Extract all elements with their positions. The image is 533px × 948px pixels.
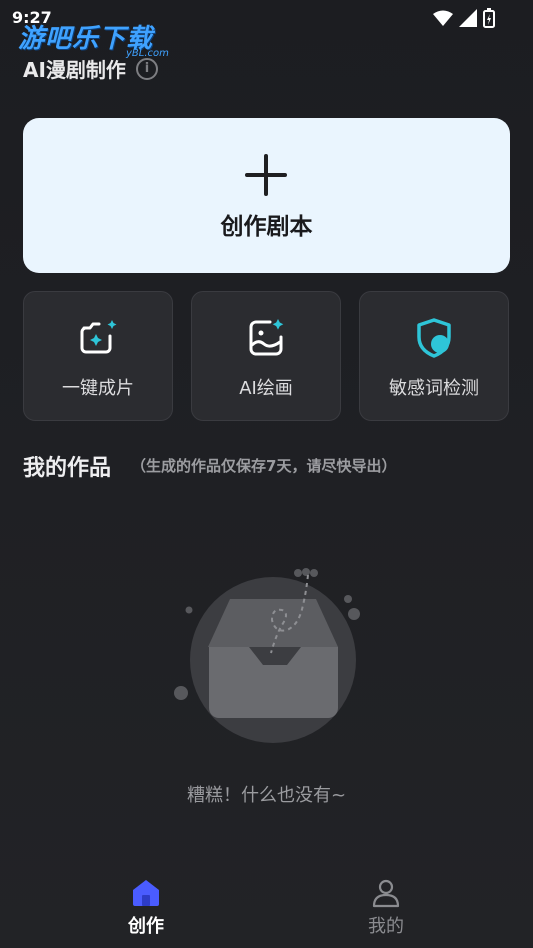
battery-icon xyxy=(483,8,495,28)
create-script-label: 创作剧本 xyxy=(220,214,313,240)
page-title: AI漫剧制作 i xyxy=(23,54,158,83)
tool-one-click-video[interactable]: 一键成片 xyxy=(23,291,173,421)
tool-label: AI绘画 xyxy=(239,378,293,399)
camera-sparkle-icon xyxy=(80,320,117,354)
create-script-button[interactable]: 创作剧本 xyxy=(23,118,510,273)
image-sparkle-icon xyxy=(249,319,284,356)
status-icons xyxy=(433,8,495,28)
plus-icon xyxy=(245,154,287,196)
user-icon xyxy=(372,879,400,908)
shield-icon xyxy=(417,318,451,358)
bottom-tab-bar: 创作 我的 xyxy=(0,868,533,948)
empty-box-icon xyxy=(174,568,360,743)
watermark-logo: 游吧乐下载 yBL.com xyxy=(18,18,169,59)
signal-icon xyxy=(459,9,477,27)
works-note: （生成的作品仅保存7天，请尽快导出） xyxy=(131,457,397,475)
tool-sensitive-word-check[interactable]: 敏感词检测 xyxy=(359,291,509,421)
page-title-text: AI漫剧制作 xyxy=(23,58,126,82)
tool-label: 敏感词检测 xyxy=(389,378,479,399)
home-icon xyxy=(133,880,159,906)
empty-state-text: 糟糕！什么也没有~ xyxy=(186,785,347,806)
tool-label: 一键成片 xyxy=(62,378,134,399)
tool-ai-painting[interactable]: AI绘画 xyxy=(191,291,341,421)
tab-create-label: 创作 xyxy=(128,916,164,937)
tab-mine[interactable]: 我的 xyxy=(346,878,426,938)
wifi-icon xyxy=(433,10,453,26)
info-icon[interactable]: i xyxy=(135,57,158,80)
tab-mine-label: 我的 xyxy=(368,916,404,937)
works-title: 我的作品 xyxy=(23,456,112,481)
tab-create[interactable]: 创作 xyxy=(106,878,186,938)
